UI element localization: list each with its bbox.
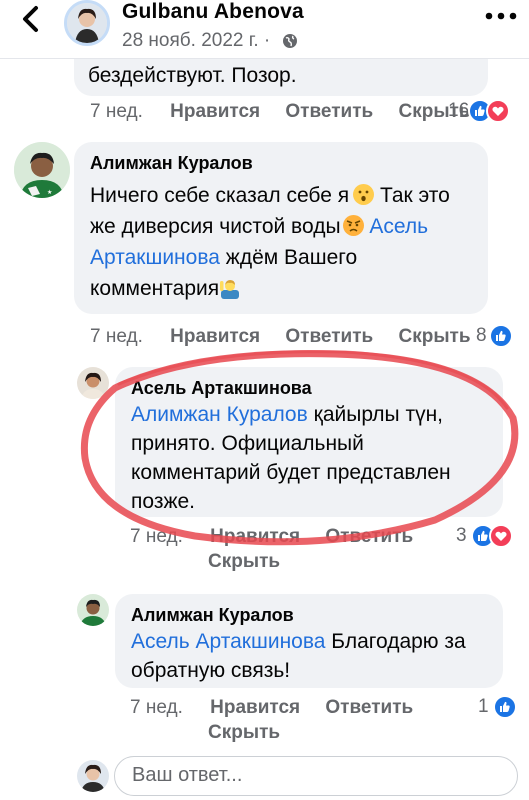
like-button[interactable]: Нравится — [210, 526, 300, 547]
comment-actions: 7 нед. Нравится Ответить Скрыть — [90, 326, 471, 348]
reaction-count: 8 — [476, 325, 487, 346]
comment-actions-wrap: Скрыть — [208, 551, 280, 573]
reactions-summary[interactable]: 8 — [476, 324, 514, 348]
comment-text-line: комментарий будет представлен — [131, 461, 451, 484]
comment-actions-wrap: Скрыть — [208, 722, 280, 744]
love-reaction-icon — [489, 524, 514, 548]
like-button[interactable]: Нравится — [170, 101, 260, 122]
header-divider — [0, 58, 529, 59]
comment-text-line: комментария — [90, 277, 220, 300]
like-reaction-icon — [493, 695, 518, 719]
comment-author[interactable]: Асель Артакшинова — [131, 378, 312, 399]
comment-text-line: Благодарю за — [331, 630, 466, 653]
comment-author[interactable]: Алимжан Куралов — [131, 605, 294, 626]
more-dots-icon[interactable] — [484, 7, 518, 25]
reaction-count: 3 — [456, 525, 467, 546]
my-avatar — [77, 760, 109, 792]
comment-actions: 7 нед. Нравится Ответить — [130, 697, 413, 719]
angry-face-emoji — [342, 215, 364, 236]
comment-text-line: ждём Вашего — [225, 246, 358, 269]
comment-text-line: принято. Официальный — [131, 432, 364, 455]
comment-actions: 7 нед. Нравится Ответить — [130, 526, 413, 548]
post-date[interactable]: 28 нояб. 2022 г. · — [122, 30, 298, 52]
comment-text-line: позже. — [131, 490, 196, 513]
comment-bubble[interactable]: Алимжан Куралов Асель Артакшинова Благод… — [115, 594, 503, 688]
chevron-left-icon[interactable] — [20, 2, 42, 36]
comment-text-line: обратную связь! — [131, 659, 291, 682]
comment-actions: 7 нед. Нравится Ответить Скрыть — [90, 101, 471, 123]
reply-button[interactable]: Ответить — [285, 101, 373, 122]
person-raising-hand-emoji — [219, 277, 240, 299]
comment-text-line: Ничего себе сказал себе я — [90, 184, 350, 207]
mention-link[interactable]: Асель — [369, 215, 428, 238]
reply-button[interactable]: Ответить — [325, 697, 413, 718]
post-author-name[interactable]: Gulbanu Abenova — [122, 0, 304, 24]
reactions-summary[interactable]: 16 — [448, 99, 510, 123]
comment-time[interactable]: 7 нед. — [130, 697, 183, 718]
commenter-avatar[interactable] — [77, 594, 109, 626]
globe-icon — [282, 34, 297, 48]
svg-text:★: ★ — [47, 189, 52, 196]
comment-bubble[interactable]: Алимжан Куралов Ничего себе сказал себе … — [74, 142, 488, 314]
reaction-count: 16 — [448, 100, 470, 121]
hide-button[interactable]: Скрыть — [208, 722, 280, 743]
reactions-summary[interactable]: 1 — [478, 695, 518, 719]
comment-time[interactable]: 7 нед. — [90, 101, 143, 122]
comment-text: бездействуют. Позор. — [88, 64, 297, 87]
post-header: Gulbanu Abenova 28 нояб. 2022 г. · — [0, 0, 529, 58]
comment-text-line: же диверсия чистой воды — [90, 215, 341, 238]
hide-button[interactable]: Скрыть — [208, 551, 280, 572]
comment-text: Ничего себе сказал себе я Так это же див… — [90, 180, 480, 304]
author-avatar[interactable] — [64, 0, 110, 46]
hushed-face-emoji — [353, 184, 375, 205]
mention-link[interactable]: Артакшинова — [90, 246, 220, 269]
reply-input-placeholder: Ваш ответ... — [132, 764, 243, 786]
comment-text-line: Так это — [379, 184, 450, 207]
mention-link[interactable]: Асель Артакшинова — [131, 630, 325, 653]
commenter-avatar[interactable]: ★ — [14, 142, 70, 198]
like-button[interactable]: Нравится — [210, 697, 300, 718]
hide-button[interactable]: Скрыть — [398, 326, 470, 347]
mention-link[interactable]: Алимжан Куралов — [131, 403, 308, 426]
reaction-count: 1 — [478, 696, 489, 717]
like-button[interactable]: Нравится — [170, 326, 260, 347]
post-date-text: 28 нояб. 2022 г. · — [122, 30, 271, 51]
comment-text: Асель Артакшинова Благодарю за обратную … — [131, 627, 501, 685]
reply-button[interactable]: Ответить — [325, 526, 413, 547]
comment-text-line: қайырлы түн, — [313, 403, 444, 426]
commenter-avatar[interactable] — [77, 367, 109, 399]
reply-button[interactable]: Ответить — [285, 326, 373, 347]
love-reaction-icon — [485, 99, 510, 123]
comment-text: Алимжан Куралов қайырлы түн, принято. Оф… — [131, 400, 501, 516]
comment-author[interactable]: Алимжан Куралов — [90, 153, 253, 174]
reactions-summary[interactable]: 3 — [456, 524, 514, 548]
like-reaction-icon — [489, 324, 514, 348]
comment-bubble[interactable]: Асель Артакшинова Алимжан Куралов қайырл… — [115, 367, 503, 517]
comment-time[interactable]: 7 нед. — [130, 526, 183, 547]
comment-time[interactable]: 7 нед. — [90, 326, 143, 347]
